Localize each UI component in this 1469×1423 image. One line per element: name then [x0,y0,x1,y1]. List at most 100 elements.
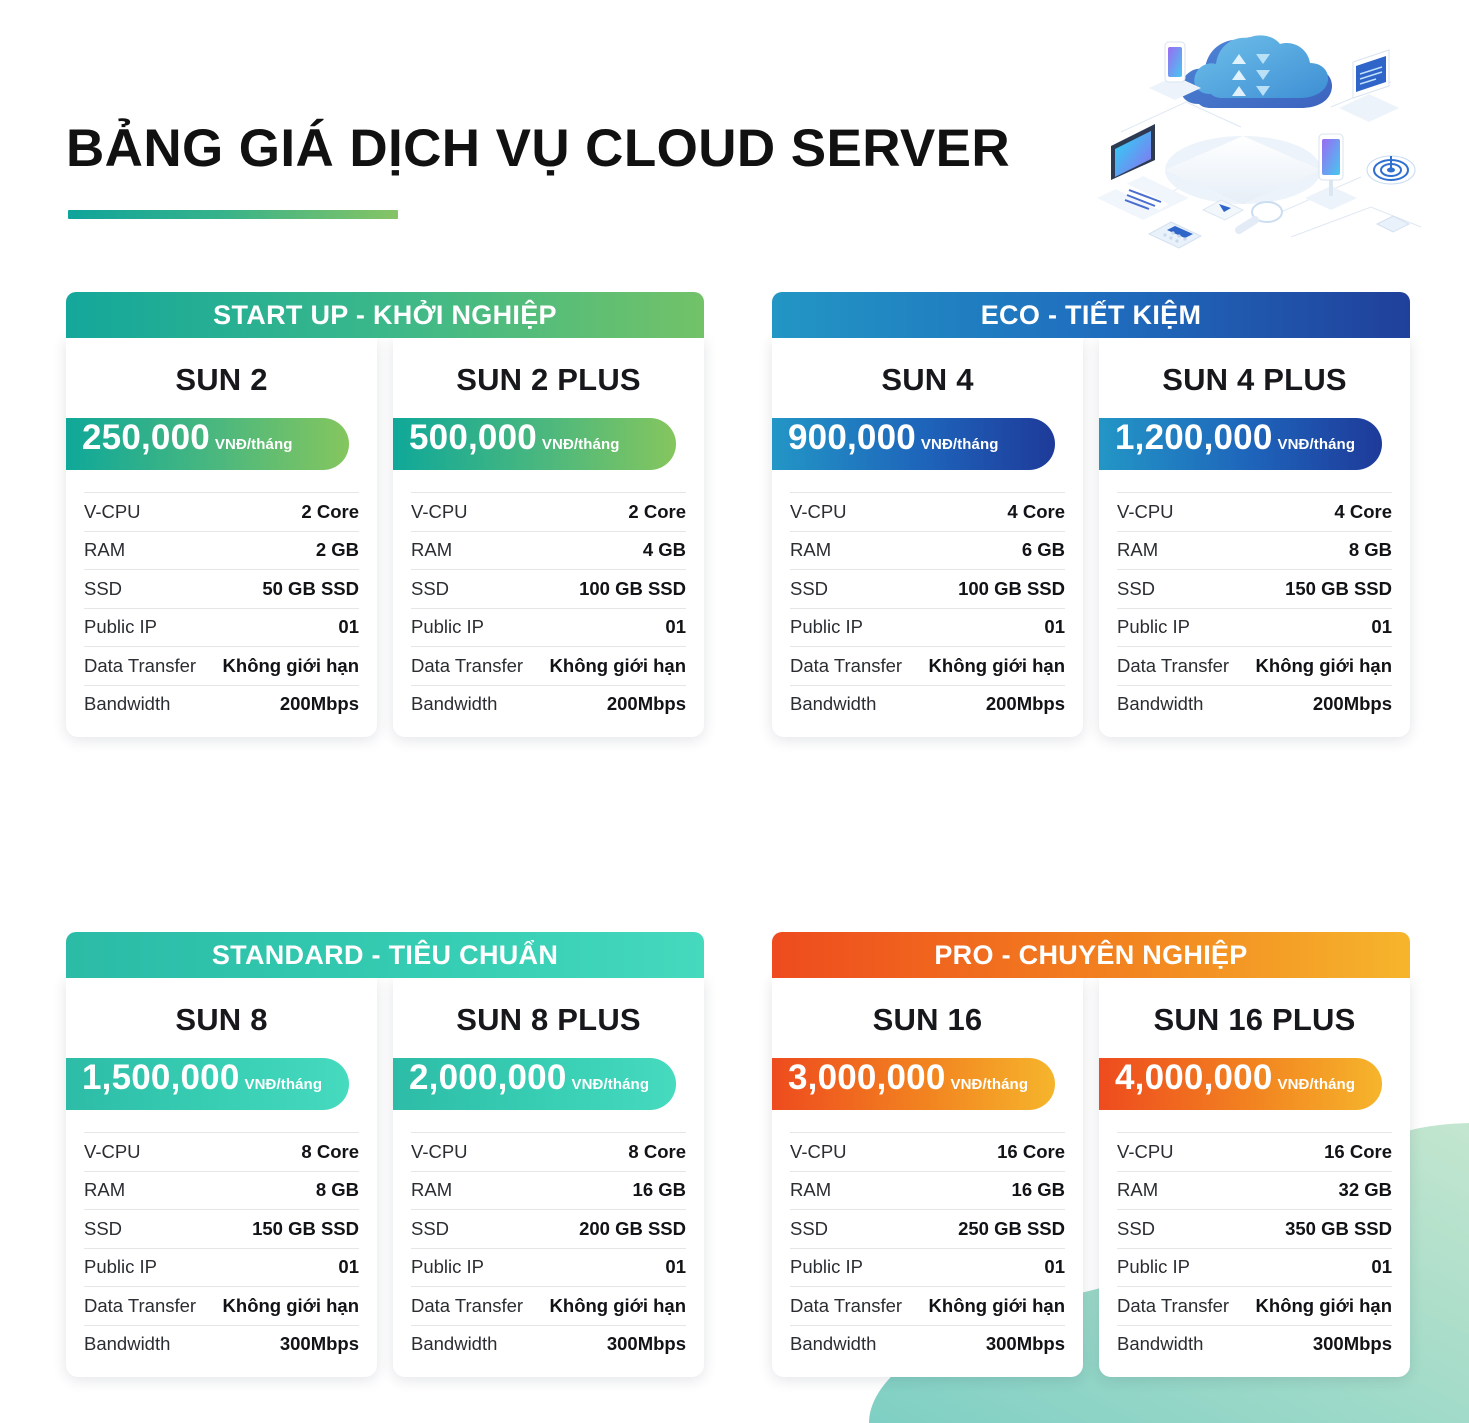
price-amount: 2,000,000 [409,1058,567,1097]
spec-row-ram: RAM 32 GB [1117,1170,1392,1210]
spec-label: RAM [790,539,832,561]
plan-card-sun-16-plus[interactable]: SUN 16 PLUS 4,000,000 VNĐ/tháng V-CPU 16… [1099,978,1410,1377]
spec-value: 8 GB [315,1179,359,1201]
spec-row-bandwidth: Bandwidth 200Mbps [84,684,359,724]
spec-row-data-transfer: Data Transfer Không giới hạn [790,1286,1065,1325]
plan-card-sun-4[interactable]: SUN 4 900,000 VNĐ/tháng V-CPU 4 Core RAM… [772,338,1083,737]
spec-value: Không giới hạn [549,1294,686,1316]
spec-value: 2 Core [628,500,686,522]
spec-label: Data Transfer [1117,654,1230,676]
spec-value: Không giới hạn [928,1294,1065,1316]
spec-label: Public IP [790,1256,864,1278]
plan-name: SUN 2 PLUS [456,362,641,397]
spec-label: V-CPU [84,500,141,522]
spec-list: V-CPU 16 Core RAM 16 GB SSD 250 GB SSD P… [790,1132,1065,1363]
spec-list: V-CPU 4 Core RAM 8 GB SSD 150 GB SSD Pub… [1117,492,1392,723]
spec-row-bandwidth: Bandwidth 200Mbps [790,684,1065,724]
spec-row-ram: RAM 6 GB [790,530,1065,570]
spec-label: RAM [1117,1179,1159,1201]
title-underline-rule [68,210,398,219]
spec-label: SSD [790,1217,829,1239]
price-pill: 2,000,000 VNĐ/tháng [393,1058,676,1110]
page-title: BẢNG GIÁ DỊCH VỤ CLOUD SERVER [66,119,1011,178]
spec-row-ssd: SSD 100 GB SSD [411,569,686,608]
spec-row-vcpu: V-CPU 8 Core [84,1132,359,1171]
plan-card-sun-2-plus[interactable]: SUN 2 PLUS 500,000 VNĐ/tháng V-CPU 2 Cor… [393,338,704,737]
plan-card-sun-16[interactable]: SUN 16 3,000,000 VNĐ/tháng V-CPU 16 Core… [772,978,1083,1377]
spec-row-vcpu: V-CPU 16 Core [1117,1132,1392,1171]
group-header-pro: PRO - CHUYÊN NGHIỆP [772,932,1410,978]
spec-value: 50 GB SSD [262,577,359,599]
spec-list: V-CPU 8 Core RAM 16 GB SSD 200 GB SSD Pu… [411,1132,686,1363]
spec-row-ssd: SSD 150 GB SSD [84,1209,359,1248]
plan-name: SUN 4 PLUS [1162,362,1347,397]
spec-value: 4 Core [1007,500,1065,522]
spec-label: Data Transfer [790,654,903,676]
spec-row-ram: RAM 8 GB [1117,530,1392,570]
price-unit: VNĐ/tháng [214,436,293,453]
spec-label: Data Transfer [1117,1294,1230,1316]
spec-list: V-CPU 16 Core RAM 32 GB SSD 350 GB SSD P… [1117,1132,1392,1363]
price-amount: 4,000,000 [1115,1058,1273,1097]
spec-label: SSD [84,1217,123,1239]
spec-row-public-ip: Public IP 01 [790,1247,1065,1287]
spec-label: Data Transfer [84,654,197,676]
spec-row-data-transfer: Data Transfer Không giới hạn [84,646,359,685]
plan-group-pro: PRO - CHUYÊN NGHIỆP SUN 16 3,000,000 VNĐ… [772,932,1410,1377]
spec-label: Data Transfer [790,1294,903,1316]
price-amount: 1,200,000 [1115,418,1273,457]
spec-label: Public IP [1117,616,1191,638]
spec-label: SSD [411,1217,450,1239]
spec-value: 4 GB [642,539,686,561]
spec-label: RAM [790,1179,832,1201]
spec-value: 2 Core [301,500,359,522]
price-unit: VNĐ/tháng [244,1076,323,1093]
plan-group-eco: ECO - TIẾT KIỆM SUN 4 900,000 VNĐ/tháng … [772,292,1410,737]
spec-row-ram: RAM 4 GB [411,530,686,570]
spec-label: RAM [84,539,126,561]
plan-card-sun-8-plus[interactable]: SUN 8 PLUS 2,000,000 VNĐ/tháng V-CPU 8 C… [393,978,704,1377]
spec-value: 8 GB [1348,539,1392,561]
spec-value: 16 Core [1324,1140,1392,1162]
price-unit: VNĐ/tháng [1277,436,1356,453]
price-unit: VNĐ/tháng [571,1076,650,1093]
spec-label: Data Transfer [411,654,524,676]
spec-label: SSD [84,577,123,599]
spec-row-ssd: SSD 50 GB SSD [84,569,359,608]
plan-card-sun-4-plus[interactable]: SUN 4 PLUS 1,200,000 VNĐ/tháng V-CPU 4 C… [1099,338,1410,737]
isometric-cloud-computing-illustration [1097,35,1422,249]
spec-value: 100 GB SSD [958,577,1065,599]
spec-label: Bandwidth [411,1333,498,1355]
pricing-row-1: START UP - KHỞI NGHIỆP SUN 2 250,000 VNĐ… [0,292,1469,737]
plan-card-sun-8[interactable]: SUN 8 1,500,000 VNĐ/tháng V-CPU 8 Core R… [66,978,377,1377]
price-amount: 1,500,000 [82,1058,240,1097]
price-amount: 3,000,000 [788,1058,946,1097]
spec-value: 6 GB [1021,539,1065,561]
plan-card-sun-2[interactable]: SUN 2 250,000 VNĐ/tháng V-CPU 2 Core RAM… [66,338,377,737]
price-unit: VNĐ/tháng [950,1076,1029,1093]
spec-row-bandwidth: Bandwidth 200Mbps [1117,684,1392,724]
spec-row-data-transfer: Data Transfer Không giới hạn [1117,1286,1392,1325]
spec-label: V-CPU [1117,500,1174,522]
spec-label: Bandwidth [84,1333,171,1355]
spec-value: 200Mbps [1312,693,1392,715]
price-pill: 900,000 VNĐ/tháng [772,418,1055,470]
spec-row-vcpu: V-CPU 4 Core [790,492,1065,531]
spec-row-vcpu: V-CPU 4 Core [1117,492,1392,531]
spec-value: 4 Core [1334,500,1392,522]
price-pill: 1,200,000 VNĐ/tháng [1099,418,1382,470]
price-pill: 3,000,000 VNĐ/tháng [772,1058,1055,1110]
spec-row-bandwidth: Bandwidth 300Mbps [411,1324,686,1364]
spec-row-public-ip: Public IP 01 [84,607,359,647]
spec-value: Không giới hạn [928,654,1065,676]
spec-value: Không giới hạn [1255,654,1392,676]
price-amount: 900,000 [788,418,916,457]
spec-row-public-ip: Public IP 01 [790,607,1065,647]
price-amount: 250,000 [82,418,210,457]
spec-row-public-ip: Public IP 01 [411,1247,686,1287]
spec-label: SSD [1117,577,1156,599]
spec-value: 250 GB SSD [958,1217,1065,1239]
spec-row-public-ip: Public IP 01 [411,607,686,647]
spec-row-data-transfer: Data Transfer Không giới hạn [1117,646,1392,685]
spec-row-bandwidth: Bandwidth 300Mbps [84,1324,359,1364]
